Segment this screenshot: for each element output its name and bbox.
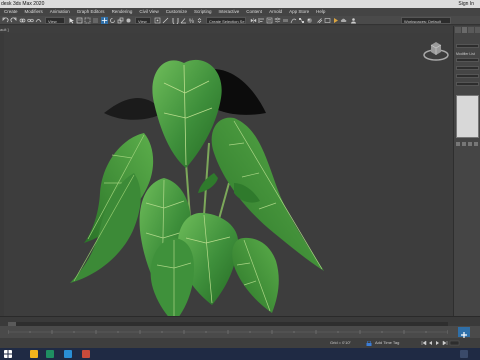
scale-icon[interactable] bbox=[117, 17, 124, 24]
command-panel: Modifier List bbox=[453, 26, 480, 316]
menu-app-store[interactable]: App Store bbox=[289, 8, 309, 16]
place-icon[interactable] bbox=[125, 17, 132, 24]
select-manipulate-icon[interactable] bbox=[162, 17, 169, 24]
sign-in-link[interactable]: Sign In bbox=[458, 0, 474, 8]
tab-create[interactable] bbox=[455, 27, 461, 33]
menu-content[interactable]: Content bbox=[246, 8, 262, 16]
snaps-toggle-icon[interactable] bbox=[172, 17, 179, 24]
reference-coordinate-dropdown[interactable]: View bbox=[135, 17, 151, 24]
selection-filter-dropdown[interactable]: View bbox=[45, 17, 65, 24]
menu-help[interactable]: Help bbox=[316, 8, 325, 16]
title-bar: desk 3ds Max 2020 Sign In bbox=[0, 0, 480, 8]
menu-civil-view[interactable]: Civil View bbox=[139, 8, 158, 16]
render-setup-icon[interactable] bbox=[316, 17, 323, 24]
track-bar[interactable] bbox=[0, 326, 480, 338]
unlink-icon[interactable] bbox=[27, 17, 34, 24]
viewport-label-bar: ault ] bbox=[0, 26, 453, 33]
remove-modifier-icon[interactable] bbox=[474, 142, 478, 146]
viewport-label[interactable]: ault ] bbox=[0, 27, 9, 32]
status-bar: Add Time Tag Grid = 0'10" bbox=[0, 338, 480, 348]
toggle-scene-explorer-icon[interactable] bbox=[266, 17, 273, 24]
modifier-button-3[interactable] bbox=[456, 82, 479, 86]
command-panel-tabs bbox=[455, 27, 480, 33]
playback-controls[interactable] bbox=[420, 340, 460, 346]
select-by-name-icon[interactable] bbox=[76, 17, 83, 24]
menu-modifiers[interactable]: Modifiers bbox=[25, 8, 43, 16]
named-selection-sets[interactable]: Create Selection Se bbox=[206, 17, 246, 24]
browser-icon[interactable] bbox=[64, 350, 72, 358]
add-time-tag-button[interactable]: Add Time Tag bbox=[375, 338, 399, 348]
spinner-snap-icon[interactable] bbox=[196, 17, 203, 24]
rendered-frame-window-icon[interactable] bbox=[324, 17, 331, 24]
os-taskbar bbox=[0, 348, 480, 360]
tab-modify[interactable] bbox=[461, 27, 467, 33]
menu-customize[interactable]: Customize bbox=[166, 8, 187, 16]
lock-icon[interactable] bbox=[366, 341, 372, 346]
redo-icon[interactable] bbox=[10, 17, 17, 24]
modifier-button-2[interactable] bbox=[456, 74, 479, 78]
menu-bar: Create Modifiers Animation Graph Editors… bbox=[0, 8, 480, 16]
menu-arnold[interactable]: Arnold bbox=[269, 8, 282, 16]
object-name-field[interactable] bbox=[456, 44, 479, 48]
bind-space-warp-icon[interactable] bbox=[35, 17, 42, 24]
workspace-dropdown[interactable]: Workspaces: Default bbox=[401, 17, 451, 24]
undo-icon[interactable] bbox=[2, 17, 9, 24]
stack-controls bbox=[456, 142, 479, 147]
window-crossing-icon[interactable] bbox=[92, 17, 99, 24]
svg-text:%: % bbox=[189, 19, 195, 24]
modifier-button-1[interactable] bbox=[456, 66, 479, 70]
curve-editor-icon[interactable] bbox=[290, 17, 297, 24]
auto-key-button[interactable] bbox=[458, 327, 470, 338]
move-icon[interactable] bbox=[101, 17, 108, 24]
toggle-ribbon-icon[interactable] bbox=[282, 17, 289, 24]
app-taskbar-icon[interactable] bbox=[82, 350, 90, 358]
tab-hierarchy[interactable] bbox=[468, 27, 474, 33]
schematic-view-icon[interactable] bbox=[298, 17, 305, 24]
select-object-icon[interactable] bbox=[68, 17, 75, 24]
menu-animation[interactable]: Animation bbox=[50, 8, 70, 16]
rotate-icon[interactable] bbox=[109, 17, 116, 24]
align-icon[interactable] bbox=[258, 17, 265, 24]
pivot-center-icon[interactable] bbox=[154, 17, 161, 24]
time-slider[interactable] bbox=[0, 316, 480, 328]
menu-scripting[interactable]: Scripting bbox=[194, 8, 212, 16]
modifier-list-field[interactable] bbox=[456, 58, 479, 62]
menu-create[interactable]: Create bbox=[4, 8, 18, 16]
3ds-max-taskbar-icon[interactable] bbox=[46, 350, 54, 358]
modifier-stack[interactable] bbox=[456, 95, 479, 138]
render-production-icon[interactable] bbox=[332, 17, 339, 24]
scene-plant-model[interactable] bbox=[4, 33, 453, 323]
notification-icon[interactable] bbox=[460, 350, 468, 358]
menu-interactive[interactable]: Interactive bbox=[219, 8, 240, 16]
show-end-result-icon[interactable] bbox=[462, 142, 466, 146]
modifier-list-dropdown[interactable]: Modifier List bbox=[456, 52, 475, 56]
render-in-cloud-icon[interactable] bbox=[340, 17, 347, 24]
percent-snap-icon[interactable]: % bbox=[188, 17, 195, 24]
make-unique-icon[interactable] bbox=[468, 142, 472, 146]
perspective-viewport[interactable] bbox=[4, 33, 453, 323]
menu-rendering[interactable]: Rendering bbox=[112, 8, 133, 16]
link-icon[interactable] bbox=[19, 17, 26, 24]
mirror-icon[interactable] bbox=[250, 17, 257, 24]
material-editor-icon[interactable] bbox=[306, 17, 313, 24]
user-icon[interactable] bbox=[350, 17, 357, 24]
main-toolbar: View View % Create Selection Se Workspac… bbox=[0, 16, 480, 25]
grid-readout: Grid = 0'10" bbox=[330, 340, 351, 345]
track-bar-ticks bbox=[8, 330, 448, 334]
windows-start-icon[interactable] bbox=[4, 350, 12, 358]
rect-selection-icon[interactable] bbox=[84, 17, 91, 24]
layer-explorer-icon[interactable] bbox=[274, 17, 281, 24]
menu-graph-editors[interactable]: Graph Editors bbox=[77, 8, 105, 16]
tab-motion[interactable] bbox=[474, 27, 480, 33]
angle-snap-icon[interactable] bbox=[180, 17, 187, 24]
file-explorer-icon[interactable] bbox=[30, 350, 38, 358]
pin-stack-icon[interactable] bbox=[456, 142, 460, 146]
viewcube-icon[interactable] bbox=[422, 39, 450, 61]
window-title: desk 3ds Max 2020 bbox=[1, 1, 45, 7]
app-window: desk 3ds Max 2020 Sign In Create Modifie… bbox=[0, 0, 480, 360]
